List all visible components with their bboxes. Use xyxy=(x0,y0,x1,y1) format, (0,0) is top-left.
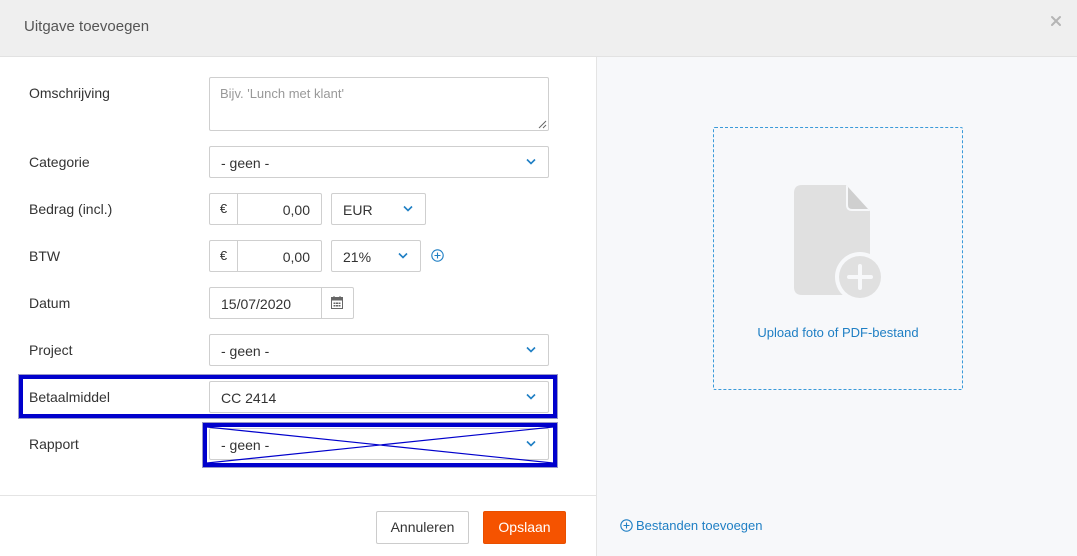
payment-method-select[interactable]: CC 2414 xyxy=(209,381,549,413)
description-input[interactable] xyxy=(209,77,549,131)
euro-addon: € xyxy=(210,241,238,271)
chevron-down-icon xyxy=(526,346,536,353)
vat-rate-value: 21% xyxy=(343,249,372,265)
project-value: - geen - xyxy=(221,343,270,359)
euro-addon: € xyxy=(210,194,238,224)
calendar-icon[interactable] xyxy=(331,296,343,309)
vat-amount-value: 0,00 xyxy=(282,249,310,265)
amount-label: Bedrag (incl.) xyxy=(29,201,113,217)
description-label: Omschrijving xyxy=(29,85,110,101)
date-label: Datum xyxy=(29,295,71,311)
amount-input[interactable]: € 0,00 xyxy=(209,193,322,225)
report-select[interactable]: - geen - xyxy=(209,428,549,460)
project-label: Project xyxy=(29,342,73,358)
vat-rate-select[interactable]: 21% xyxy=(331,240,421,272)
payment-method-value: CC 2414 xyxy=(221,390,277,406)
add-circle-icon[interactable] xyxy=(620,519,633,532)
report-label: Rapport xyxy=(29,436,79,452)
divider xyxy=(321,288,322,318)
close-icon[interactable] xyxy=(1049,14,1063,28)
vat-amount-input[interactable]: € 0,00 xyxy=(209,240,322,272)
add-vat-line-icon[interactable] xyxy=(431,249,444,262)
currency-select[interactable]: EUR xyxy=(331,193,426,225)
dialog-header: Uitgave toevoegen xyxy=(0,0,1077,57)
amount-value: 0,00 xyxy=(282,202,310,218)
category-value: - geen - xyxy=(221,155,270,171)
cancel-button[interactable]: Annuleren xyxy=(376,511,469,544)
add-document-icon xyxy=(794,185,885,302)
date-value: 15/07/2020 xyxy=(221,296,292,312)
save-button[interactable]: Opslaan xyxy=(483,511,566,544)
resize-grip-icon[interactable] xyxy=(538,120,547,129)
chevron-down-icon xyxy=(398,252,408,259)
payment-method-label: Betaalmiddel xyxy=(29,389,110,405)
chevron-down-icon xyxy=(526,158,536,165)
category-select[interactable]: - geen - xyxy=(209,146,549,178)
dialog-title: Uitgave toevoegen xyxy=(24,18,150,35)
add-files-link[interactable]: Bestanden toevoegen xyxy=(636,518,763,533)
chevron-down-icon xyxy=(526,440,536,447)
chevron-down-icon xyxy=(403,205,413,212)
project-select[interactable]: - geen - xyxy=(209,334,549,366)
vat-label: BTW xyxy=(29,248,61,264)
chevron-down-icon xyxy=(526,393,536,400)
category-label: Categorie xyxy=(29,154,90,170)
date-input[interactable]: 15/07/2020 xyxy=(209,287,354,319)
report-value: - geen - xyxy=(221,437,270,453)
currency-value: EUR xyxy=(343,202,373,218)
upload-label: Upload foto of PDF-bestand xyxy=(757,325,919,340)
upload-dropzone[interactable]: Upload foto of PDF-bestand xyxy=(713,127,963,390)
